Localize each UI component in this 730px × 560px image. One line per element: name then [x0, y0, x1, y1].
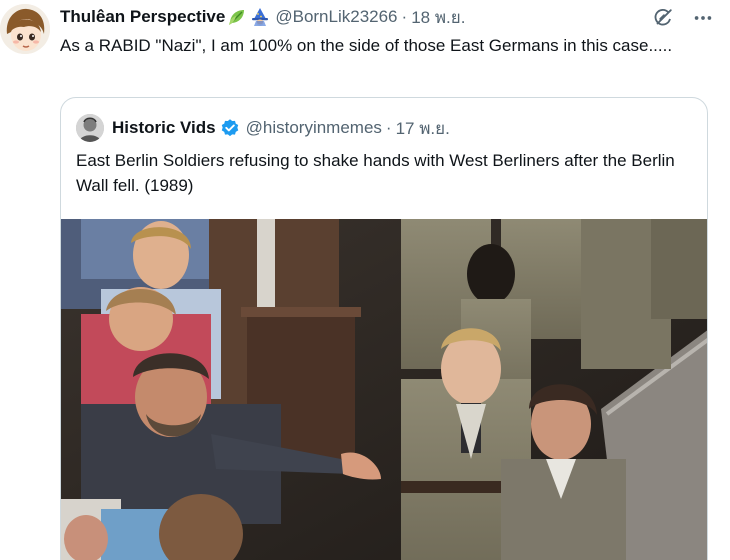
avatar-image	[0, 4, 50, 54]
avatar[interactable]	[0, 4, 50, 54]
tweet-top-actions	[650, 6, 716, 30]
grok-icon[interactable]	[650, 6, 676, 30]
quoted-tweet-header: Historic Vids @historyinmemes · 17 พ.ย.	[76, 114, 450, 142]
quoted-display-name[interactable]: Historic Vids	[112, 118, 216, 138]
wizard-emoji-icon	[249, 7, 271, 27]
verified-badge-icon	[220, 118, 240, 138]
handle[interactable]: @BornLik23266	[275, 7, 397, 27]
photo-soldiers-and-civilians	[61, 219, 707, 560]
quoted-timestamp[interactable]: 17 พ.ย.	[396, 115, 450, 142]
quoted-avatar-image	[76, 114, 104, 142]
tweet-text: As a RABID "Nazi", I am 100% on the side…	[60, 36, 673, 55]
quoted-tweet[interactable]: Historic Vids @historyinmemes · 17 พ.ย. …	[60, 97, 708, 560]
quoted-separator-dot: ·	[385, 118, 392, 137]
display-name[interactable]: Thulêan Perspective	[60, 7, 225, 27]
leaf-emoji-icon	[227, 7, 247, 27]
tweet-header: Thulêan Perspective @BornLik23266 · 18 พ…	[60, 6, 465, 28]
tweet[interactable]: Thulêan Perspective @BornLik23266 · 18 พ…	[0, 0, 730, 560]
more-icon[interactable]	[690, 6, 716, 30]
timestamp[interactable]: 18 พ.ย.	[411, 4, 465, 31]
quoted-tweet-text: East Berlin Soldiers refusing to shake h…	[76, 151, 675, 195]
separator-dot: ·	[401, 7, 408, 26]
quoted-handle[interactable]: @historyinmemes	[246, 118, 382, 138]
quoted-photo[interactable]	[61, 219, 707, 560]
quoted-avatar[interactable]	[76, 114, 104, 142]
